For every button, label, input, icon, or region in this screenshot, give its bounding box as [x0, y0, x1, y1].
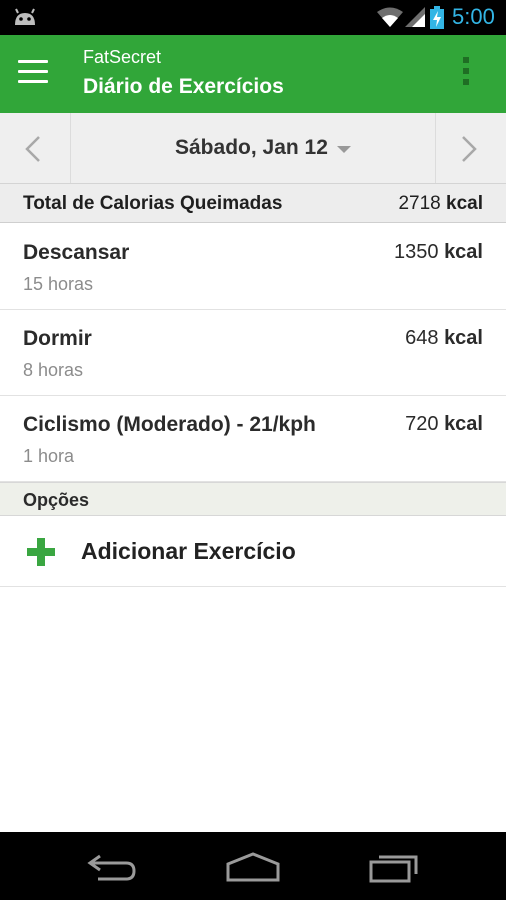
caret-down-icon[interactable] [337, 146, 351, 153]
exercise-duration: 15 horas [23, 274, 94, 294]
options-label: Opções [23, 490, 90, 510]
add-exercise-label: Adicionar Exercício [81, 538, 296, 564]
back-icon[interactable] [86, 850, 138, 884]
chevron-left-icon [25, 136, 40, 162]
exercise-calories: 648 kcal [405, 327, 483, 350]
status-clock: 5:00 [452, 4, 495, 29]
options-section-header: Opções [0, 482, 506, 516]
previous-day-button[interactable] [0, 113, 71, 183]
calories-number: 1350 [394, 241, 439, 263]
status-bar: 5:00 [0, 0, 506, 35]
exercise-calories: 1350 kcal [394, 241, 483, 264]
menu-icon[interactable] [18, 60, 48, 86]
exercise-duration: 8 horas [23, 360, 84, 380]
wifi-icon [377, 7, 403, 27]
app-name: FatSecret [83, 47, 162, 67]
next-day-button[interactable] [435, 113, 506, 183]
total-unit: kcal [446, 193, 483, 214]
exercise-name: Ciclismo (Moderado) - 21/kph [23, 413, 316, 436]
calories-unit: kcal [444, 327, 483, 349]
date-selector[interactable]: Sábado, Jan 12 [175, 136, 328, 160]
battery-icon [430, 6, 444, 29]
signal-icon [405, 7, 425, 27]
exercise-name: Dormir [23, 327, 92, 350]
plus-icon [27, 538, 55, 566]
exercise-duration: 1 hora [23, 446, 75, 466]
exercise-entry[interactable]: Ciclismo (Moderado) - 21/kph 1 hora 720 … [0, 396, 506, 482]
home-icon[interactable] [224, 850, 282, 884]
total-label: Total de Calorias Queimadas [23, 193, 283, 214]
android-icon [15, 8, 35, 25]
recents-icon[interactable] [368, 850, 422, 884]
calories-number: 648 [405, 327, 439, 349]
date-navigator: Sábado, Jan 12 [0, 113, 506, 184]
exercise-entry[interactable]: Dormir 8 horas 648 kcal [0, 310, 506, 396]
add-exercise-button[interactable]: Adicionar Exercício [0, 516, 506, 587]
calories-unit: kcal [444, 241, 483, 263]
exercise-name: Descansar [23, 241, 130, 264]
page-title: Diário de Exercícios [83, 75, 284, 98]
total-calories-header: Total de Calorias Queimadas 2718 kcal [0, 184, 506, 223]
chevron-right-icon [462, 136, 477, 162]
calories-number: 720 [405, 413, 439, 435]
action-bar: FatSecret Diário de Exercícios [0, 35, 506, 113]
exercise-entry[interactable]: Descansar 15 horas 1350 kcal [0, 224, 506, 310]
system-navigation-bar [0, 832, 506, 900]
total-number: 2718 [398, 193, 441, 214]
exercise-calories: 720 kcal [405, 413, 483, 436]
calories-unit: kcal [444, 413, 483, 435]
overflow-menu-icon[interactable] [460, 57, 472, 91]
total-value: 2718 kcal [398, 193, 483, 215]
